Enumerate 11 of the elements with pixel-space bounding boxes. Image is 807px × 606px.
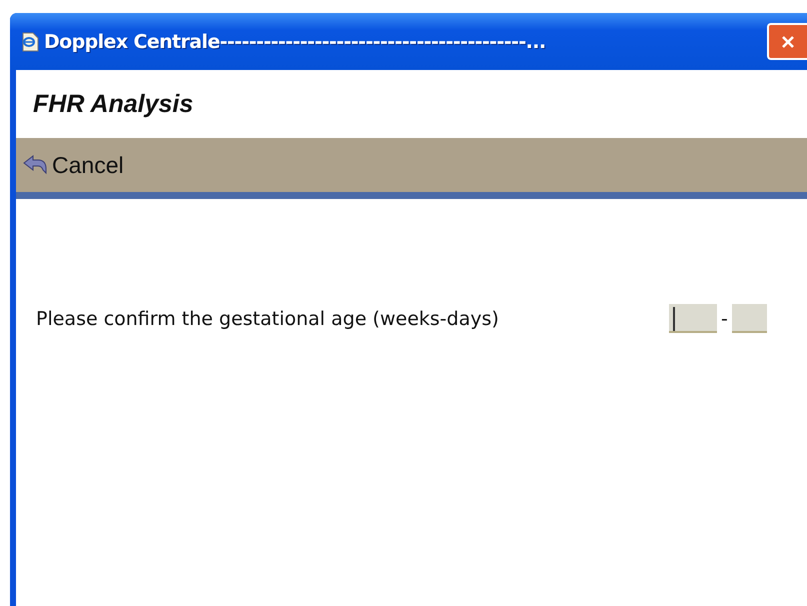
back-arrow-icon [22,155,48,175]
question-text: Please confirm the gestational age (weeks-days) [36,308,500,330]
close-icon [780,34,796,50]
page-icon [20,32,40,52]
separator-text: - [721,308,728,330]
input-field[interactable] [732,304,767,333]
page-title: FHR Analysis [33,90,194,118]
input-field[interactable] [669,304,717,333]
close-button[interactable] [767,23,807,60]
cancel-button[interactable]: Cancel [16,152,124,178]
window-title: Dopplex Centrale------------------------------------------... [44,30,547,52]
